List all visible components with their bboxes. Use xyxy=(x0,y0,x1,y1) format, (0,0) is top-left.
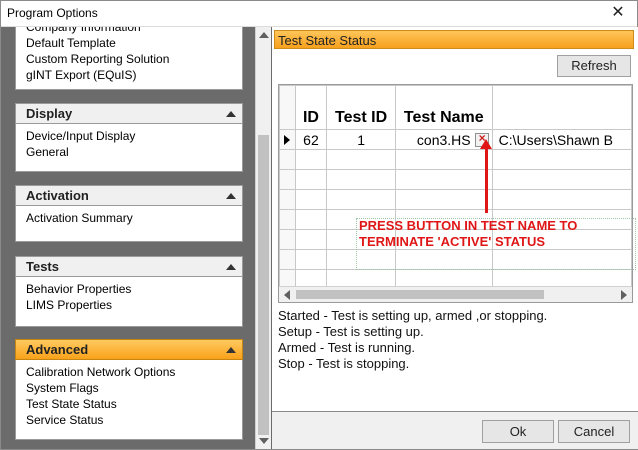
nav-group-display: Display Device/Input Display General xyxy=(15,103,243,172)
column-header-test-name[interactable]: Test Name xyxy=(394,85,493,130)
group-label: Activation xyxy=(26,188,89,203)
nav-item-test-state-status[interactable]: Test State Status xyxy=(26,396,242,412)
column-header-id[interactable]: ID xyxy=(294,85,328,130)
nav-group-activation: Activation Activation Summary xyxy=(15,185,243,242)
refresh-button[interactable]: Refresh xyxy=(557,55,631,77)
nav-item-company-information[interactable]: Company Information xyxy=(26,27,242,35)
legend-setup: Setup - Test is setting up. xyxy=(278,324,424,339)
nav-item-custom-reporting-solution[interactable]: Custom Reporting Solution xyxy=(26,51,242,67)
nav-group-body: Company Information Default Template Cus… xyxy=(15,27,243,90)
options-navigation: Company Information Default Template Cus… xyxy=(1,27,254,449)
column-header-path[interactable] xyxy=(491,85,632,130)
scroll-down-arrow-icon[interactable] xyxy=(259,438,269,444)
table-row xyxy=(279,189,632,210)
annotation-line-2: TERMINATE 'ACTIVE' STATUS xyxy=(359,234,546,249)
collapse-triangle-icon[interactable] xyxy=(226,264,236,270)
row-header-corner xyxy=(279,85,296,130)
grid-horizontal-scrollbar[interactable] xyxy=(279,286,632,302)
scroll-thumb[interactable] xyxy=(258,135,269,435)
nav-item-activation-summary[interactable]: Activation Summary xyxy=(26,210,242,226)
group-label: Display xyxy=(26,106,73,121)
grid-header-row: ID Test ID Test Name xyxy=(279,85,632,130)
table-row xyxy=(279,169,632,190)
scroll-thumb[interactable] xyxy=(296,290,544,299)
nav-item-lims-properties[interactable]: LIMS Properties xyxy=(26,297,242,313)
group-label: Tests xyxy=(26,259,59,274)
nav-group-header-display[interactable]: Display xyxy=(15,103,243,124)
nav-item-general[interactable]: General xyxy=(26,144,242,160)
section-title: Test State Status xyxy=(274,30,634,49)
cell-id: 62 xyxy=(294,129,328,150)
nav-item-default-template[interactable]: Default Template xyxy=(26,35,242,51)
nav-vertical-scrollbar[interactable] xyxy=(255,27,271,449)
test-state-grid: ID Test ID Test Name 62 1 con3.HS C:\Use… xyxy=(278,84,633,303)
nav-group-body: Behavior Properties LIMS Properties xyxy=(15,277,243,327)
table-row[interactable]: 62 1 con3.HS C:\Users\Shawn B xyxy=(279,129,632,150)
status-legend: Started - Test is setting up, armed ,or … xyxy=(278,308,547,372)
nav-item-calibration-network-options[interactable]: Calibration Network Options xyxy=(26,364,242,380)
legend-started: Started - Test is setting up, armed ,or … xyxy=(278,308,548,323)
nav-group-header-activation[interactable]: Activation xyxy=(15,185,243,206)
cell-path: C:\Users\Shawn B xyxy=(491,129,632,150)
cancel-button[interactable]: Cancel xyxy=(558,420,630,443)
annotation-line-1: PRESS BUTTON IN TEST NAME TO xyxy=(359,218,578,233)
annotation-text: PRESS BUTTON IN TEST NAME TO TERMINATE '… xyxy=(359,218,629,250)
collapse-triangle-icon[interactable] xyxy=(226,347,236,353)
close-icon[interactable]: ✕ xyxy=(607,3,629,23)
nav-group-advanced: Advanced Calibration Network Options Sys… xyxy=(15,339,243,440)
test-name-text: con3.HS xyxy=(416,131,471,148)
table-row xyxy=(279,149,632,170)
collapse-triangle-icon[interactable] xyxy=(226,193,236,199)
nav-group-body: Device/Input Display General xyxy=(15,124,243,172)
column-header-test-id[interactable]: Test ID xyxy=(326,85,396,130)
nav-group-body: Activation Summary xyxy=(15,206,243,242)
nav-item-device-input-display[interactable]: Device/Input Display xyxy=(26,128,242,144)
nav-group-general: Company Information Default Template Cus… xyxy=(15,27,243,90)
group-label: Advanced xyxy=(26,342,89,357)
nav-item-system-flags[interactable]: System Flags xyxy=(26,380,242,396)
legend-stop: Stop - Test is stopping. xyxy=(278,356,410,371)
cell-test-name: con3.HS xyxy=(394,129,493,150)
nav-group-header-tests[interactable]: Tests xyxy=(15,256,243,277)
program-options-window: Program Options ✕ Company Information De… xyxy=(0,0,638,450)
scroll-up-arrow-icon[interactable] xyxy=(259,32,269,38)
nav-item-gint-export[interactable]: gINT Export (EQuIS) xyxy=(26,67,242,83)
scroll-left-arrow-icon[interactable] xyxy=(284,290,290,300)
nav-group-header-advanced[interactable]: Advanced xyxy=(15,339,243,360)
collapse-triangle-icon[interactable] xyxy=(226,111,236,117)
annotation-arrow-line xyxy=(485,147,488,213)
cell-test-id: 1 xyxy=(326,129,396,150)
row-selector[interactable] xyxy=(279,129,296,150)
nav-group-tests: Tests Behavior Properties LIMS Propertie… xyxy=(15,256,243,327)
dialog-footer: Ok Cancel xyxy=(272,411,638,449)
ok-button[interactable]: Ok xyxy=(482,420,554,443)
test-state-status-panel: Test State Status Refresh ID Test ID Tes… xyxy=(272,27,638,411)
nav-item-service-status[interactable]: Service Status xyxy=(26,412,242,428)
current-row-pointer-icon xyxy=(284,134,291,145)
nav-item-behavior-properties[interactable]: Behavior Properties xyxy=(26,281,242,297)
nav-group-body: Calibration Network Options System Flags… xyxy=(15,360,243,440)
legend-armed: Armed - Test is running. xyxy=(278,340,416,355)
title-bar: Program Options ✕ xyxy=(1,1,637,27)
window-title: Program Options xyxy=(7,6,98,20)
scroll-right-arrow-icon[interactable] xyxy=(621,290,627,300)
